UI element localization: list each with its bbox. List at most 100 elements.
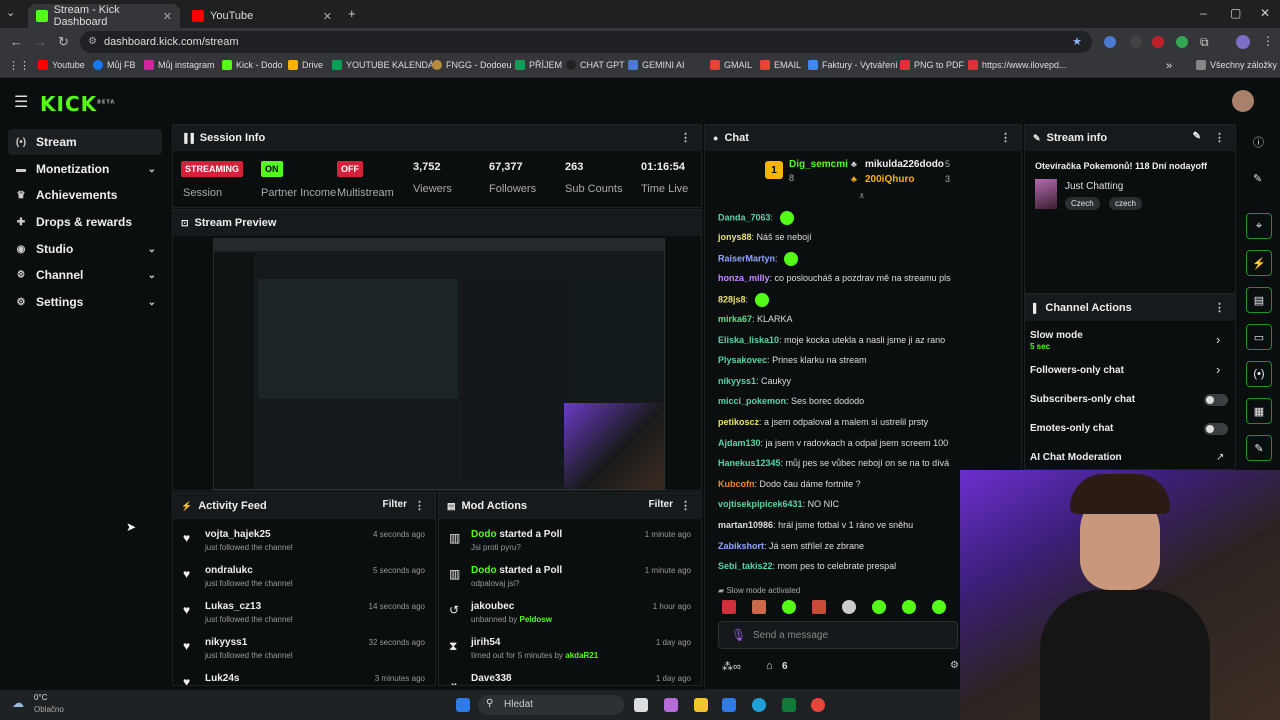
list-item[interactable]: ▥ Dodo started a Poll Jsi proti pyru? 1 mi… (439, 525, 701, 561)
more-options-icon[interactable]: ⋮ (1214, 301, 1225, 314)
close-tab-icon[interactable]: ✕ (163, 10, 172, 23)
top-gifter-name[interactable]: mikulda226dodo (865, 159, 944, 170)
chat-input[interactable]: 🎙︎ Send a message (718, 621, 958, 649)
mod-actor[interactable]: Peldosw (520, 615, 552, 624)
file-explorer-icon[interactable] (694, 698, 708, 712)
chat-username[interactable]: Danda_7063 (718, 212, 771, 222)
avatar[interactable] (1232, 90, 1254, 112)
sidebar-item-stream[interactable]: (•) Stream (8, 129, 162, 155)
bookmark-kick[interactable]: Kick - Dodo (222, 60, 283, 70)
edge-icon[interactable] (752, 698, 766, 712)
bookmark-ilovepdf[interactable]: https://www.ilovepd... (968, 60, 1067, 70)
filter-button[interactable]: Filter (649, 499, 673, 510)
rail-broadcast-button[interactable]: (•) (1246, 361, 1272, 387)
chat-username[interactable]: micci_pokemon (718, 396, 786, 406)
chat-username[interactable]: martan10986 (718, 520, 773, 530)
extension-icon[interactable] (1104, 36, 1116, 48)
more-options-icon[interactable]: ⋮ (414, 499, 425, 512)
list-item[interactable]: ↺ jakoubec unbanned by Peldosw 1 hour ago (439, 597, 701, 633)
followers-only-row[interactable]: Followers-only chat (1030, 365, 1124, 376)
emote-icon[interactable] (932, 600, 946, 614)
more-options-icon[interactable]: ⋮ (1000, 131, 1011, 144)
tag-chip[interactable]: czech (1109, 197, 1142, 210)
mod-user[interactable]: Dodo (471, 565, 497, 576)
chat-username[interactable]: Hanekus12345 (718, 458, 781, 468)
viewers-infinity-icon[interactable]: ⁂∞ (722, 660, 741, 673)
bookmark-faktury[interactable]: Faktury - Vytváření (808, 60, 898, 70)
apps-grid-icon[interactable]: ⋮⋮ (8, 59, 30, 72)
outlook-icon[interactable] (722, 698, 736, 712)
rail-tools-button[interactable]: ✎ (1246, 435, 1272, 461)
sidebar-item-channel[interactable]: ꕕ Channel ⌄ (8, 262, 162, 288)
mod-user[interactable]: jakoubec (471, 601, 514, 612)
extension-icon[interactable] (1152, 36, 1164, 48)
profile-icon[interactable] (1236, 35, 1250, 49)
chevron-right-icon[interactable]: › (1216, 332, 1220, 347)
rail-chat-button[interactable]: ▭ (1246, 324, 1272, 350)
rail-clipboard-button[interactable]: ▤ (1246, 287, 1272, 313)
close-tab-icon[interactable]: ✕ (323, 10, 332, 23)
chat-username[interactable]: Sebi_takis22 (718, 561, 773, 571)
sidebar-item-achievements[interactable]: ♛ Achievements (8, 182, 162, 208)
emotes-only-toggle[interactable] (1204, 423, 1228, 435)
microphone-icon[interactable]: 🎙︎ (731, 628, 746, 642)
list-item[interactable]: ♥ Lukas_cz13 just followed the channel 14 s… (173, 597, 435, 633)
terminal-icon[interactable] (782, 698, 796, 712)
chat-username[interactable]: petikoscz (718, 417, 759, 427)
maximize-icon[interactable]: ▢ (1230, 6, 1241, 20)
extensions-puzzle-icon[interactable]: ⧉ (1200, 35, 1209, 50)
emote-icon[interactable] (842, 600, 856, 614)
more-options-icon[interactable]: ⋮ (680, 499, 691, 512)
edit-layout-icon[interactable]: ✎ (1253, 172, 1262, 185)
bookmark-chatgpt[interactable]: CHAT GPT (566, 60, 625, 70)
activity-user[interactable]: ondralukc (205, 565, 253, 576)
store-icon[interactable]: ⌂ (766, 660, 773, 672)
chat-username[interactable]: honza_milly (718, 273, 770, 283)
bookmark-gemini[interactable]: GEMINI AI (628, 60, 685, 70)
mod-user[interactable]: Dodo (471, 529, 497, 540)
chrome-icon[interactable] (811, 698, 825, 712)
extension-icon[interactable] (1130, 36, 1142, 48)
hamburger-menu-icon[interactable]: ☰ (14, 92, 28, 112)
bookmark-youtube[interactable]: Youtube (38, 60, 85, 70)
bookmark-prijem[interactable]: PŘÍJEM (515, 60, 562, 70)
chat-username[interactable]: Ajdam130 (718, 438, 761, 448)
mod-user[interactable]: Dave338 (471, 673, 512, 684)
reload-icon[interactable]: ↻ (58, 34, 69, 50)
emote-icon[interactable] (752, 600, 766, 614)
taskbar-search[interactable]: ⚲ Hledat (478, 695, 624, 715)
activity-user[interactable]: vojta_hajek25 (205, 529, 271, 540)
mod-actor[interactable]: akdaR21 (565, 651, 598, 660)
copilot-icon[interactable] (664, 698, 678, 712)
bookmark-fngg[interactable]: FNGG - Dodoeu (432, 60, 512, 70)
activity-user[interactable]: Luk24s (205, 673, 239, 684)
list-item[interactable]: ♥ Luk24s 3 minutes ago (173, 669, 435, 685)
sidebar-item-drops[interactable]: ✚ Drops & rewards (8, 209, 162, 235)
chat-username[interactable]: Zabikshort (718, 541, 764, 551)
tag-chip[interactable]: Czech (1065, 197, 1100, 210)
chat-username[interactable]: nikyyss1 (718, 376, 756, 386)
emote-icon[interactable] (782, 600, 796, 614)
chevron-right-icon[interactable]: › (1216, 362, 1220, 377)
list-item[interactable]: ♥ nikyyss1 just followed the channel 32 sec… (173, 633, 435, 669)
chat-username[interactable]: Eliska_liska10 (718, 335, 779, 345)
more-bookmarks-icon[interactable]: » (1166, 60, 1172, 72)
chat-username[interactable]: mirka67 (718, 314, 752, 324)
list-item[interactable]: ⧗ jirih54 timed out for 5 minutes by akda… (439, 633, 701, 669)
chat-username[interactable]: Kubcofn (718, 479, 755, 489)
rail-target-button[interactable]: ⌖ (1246, 213, 1272, 239)
edit-icon[interactable]: ✎ (1193, 131, 1201, 142)
mod-user[interactable]: jirih54 (471, 637, 500, 648)
list-item[interactable]: ♥ vojta_hajek25 just followed the channel 4… (173, 525, 435, 561)
emote-icon[interactable] (722, 600, 736, 614)
emote-icon[interactable] (812, 600, 826, 614)
kick-logo[interactable]: KICKBETA (40, 92, 115, 116)
minimize-icon[interactable]: – (1200, 6, 1207, 20)
external-link-icon[interactable]: ↗ (1216, 452, 1224, 463)
emote-icon[interactable] (902, 600, 916, 614)
stream-preview-video[interactable] (213, 238, 665, 490)
bookmark-png-pdf[interactable]: PNG to PDF (900, 60, 964, 70)
top-gifter-name[interactable]: Dig_semcmi (789, 159, 848, 170)
bookmark-email[interactable]: EMAIL (760, 60, 801, 70)
rail-server-button[interactable]: ▦ (1246, 398, 1272, 424)
